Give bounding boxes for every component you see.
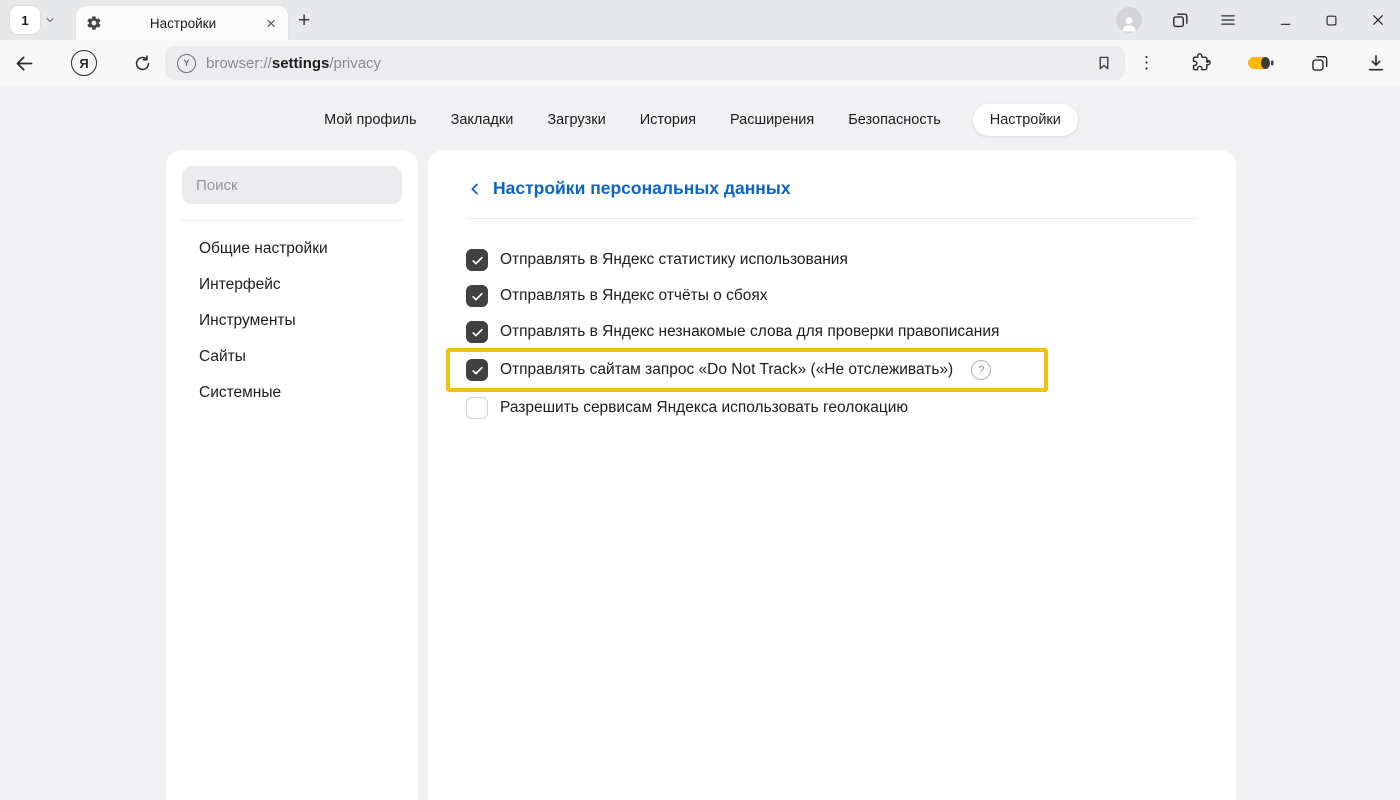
checkbox-label: Отправлять в Яндекс незнакомые слова для…	[500, 323, 999, 341]
sidebar-item-general[interactable]: Общие настройки	[182, 231, 402, 267]
tab-security[interactable]: Безопасность	[846, 104, 943, 136]
checkbox-list: Отправлять в Яндекс статистику использов…	[466, 249, 1198, 419]
extensions-puzzle-icon[interactable]	[1191, 53, 1211, 73]
browser-tab[interactable]: Настройки ×	[76, 6, 288, 40]
window-maximize-icon[interactable]	[1324, 13, 1339, 28]
back-icon[interactable]	[14, 53, 35, 74]
check-icon	[470, 363, 485, 378]
new-tab-button[interactable]: +	[298, 10, 310, 31]
url-text: browser://settings/privacy	[206, 55, 381, 72]
tab-counter-button[interactable]: 1	[10, 6, 40, 34]
window-controls	[1278, 12, 1386, 28]
checkbox-label: Отправлять в Яндекс статистику использов…	[500, 251, 848, 269]
browser-window: 1 Настройки × +	[0, 0, 1400, 800]
privacy-settings-panel: Настройки персональных данных Отправлять…	[428, 150, 1236, 800]
page-title: Настройки персональных данных	[493, 178, 791, 199]
tab-settings[interactable]: Настройки	[973, 104, 1078, 136]
bookmark-icon[interactable]	[1095, 54, 1113, 72]
refresh-icon[interactable]	[133, 54, 152, 73]
checkbox-geolocation[interactable]	[466, 397, 488, 419]
tab-extensions[interactable]: Расширения	[728, 104, 816, 136]
settings-nav-tabs: Мой профиль Закладки Загрузки История Ра…	[0, 86, 1400, 150]
protect-icon[interactable]: Y	[177, 54, 196, 73]
window-minimize-icon[interactable]	[1278, 13, 1293, 28]
content-cards: Общие настройки Интерфейс Инструменты Са…	[0, 150, 1400, 800]
yandex-logo[interactable]: Я	[71, 50, 97, 76]
tab-history[interactable]: История	[638, 104, 698, 136]
checkbox-label: Отправлять в Яндекс отчёты о сбоях	[500, 287, 768, 305]
toolbar: Я Y browser://settings/privacy ⋮	[0, 40, 1400, 86]
checkbox-label: Отправлять сайтам запрос «Do Not Track» …	[500, 361, 953, 379]
sidebar-divider	[182, 220, 402, 221]
row-geolocation: Разрешить сервисам Яндекса использовать …	[466, 397, 1198, 419]
sidebar-item-interface[interactable]: Интерфейс	[182, 267, 402, 303]
row-crash-reports: Отправлять в Яндекс отчёты о сбоях	[466, 285, 1198, 307]
help-icon[interactable]: ?	[971, 360, 991, 380]
sidebar-item-tools[interactable]: Инструменты	[182, 303, 402, 339]
address-bar[interactable]: Y browser://settings/privacy	[165, 46, 1125, 80]
check-icon	[470, 325, 485, 340]
settings-sidebar: Общие настройки Интерфейс Инструменты Са…	[166, 150, 418, 800]
row-spellcheck-words: Отправлять в Яндекс незнакомые слова для…	[466, 321, 1198, 343]
tabs-chevron-down-icon[interactable]	[40, 6, 60, 34]
sidebar-item-system[interactable]: Системные	[182, 375, 402, 411]
tab-close-icon[interactable]: ×	[264, 13, 278, 34]
sidebar-item-sites[interactable]: Сайты	[182, 339, 402, 375]
checkbox-label: Разрешить сервисам Яндекса использовать …	[500, 399, 908, 417]
section-back-icon[interactable]	[466, 180, 484, 198]
avatar[interactable]	[1116, 7, 1142, 33]
check-icon	[470, 289, 485, 304]
battery-saver-icon[interactable]	[1247, 55, 1274, 71]
header-divider	[466, 218, 1198, 219]
tab-profile[interactable]: Мой профиль	[322, 104, 418, 136]
tab-bookmarks[interactable]: Закладки	[449, 104, 516, 136]
more-options-icon[interactable]: ⋮	[1138, 53, 1155, 73]
check-icon	[470, 253, 485, 268]
row-usage-statistics: Отправлять в Яндекс статистику использов…	[466, 249, 1198, 271]
tab-strip: 1 Настройки × +	[0, 0, 1400, 40]
tab-title: Настройки	[111, 16, 255, 31]
section-header: Настройки персональных данных	[466, 178, 1198, 199]
tab-groups-icon[interactable]	[1171, 11, 1190, 30]
tab-downloads[interactable]: Загрузки	[545, 104, 607, 136]
window-close-icon[interactable]	[1370, 12, 1386, 28]
checkbox-do-not-track[interactable]	[466, 359, 488, 381]
checkbox-spellcheck-words[interactable]	[466, 321, 488, 343]
downloads-icon[interactable]	[1366, 53, 1386, 73]
search-input[interactable]	[182, 166, 402, 204]
collections-icon[interactable]	[1310, 53, 1330, 73]
menu-icon[interactable]	[1219, 11, 1237, 29]
row-do-not-track: Отправлять сайтам запрос «Do Not Track» …	[446, 348, 1048, 392]
gear-icon	[86, 15, 102, 31]
settings-page: Мой профиль Закладки Загрузки История Ра…	[0, 86, 1400, 800]
checkbox-usage-statistics[interactable]	[466, 249, 488, 271]
checkbox-crash-reports[interactable]	[466, 285, 488, 307]
chrome-right-controls	[1116, 7, 1386, 33]
